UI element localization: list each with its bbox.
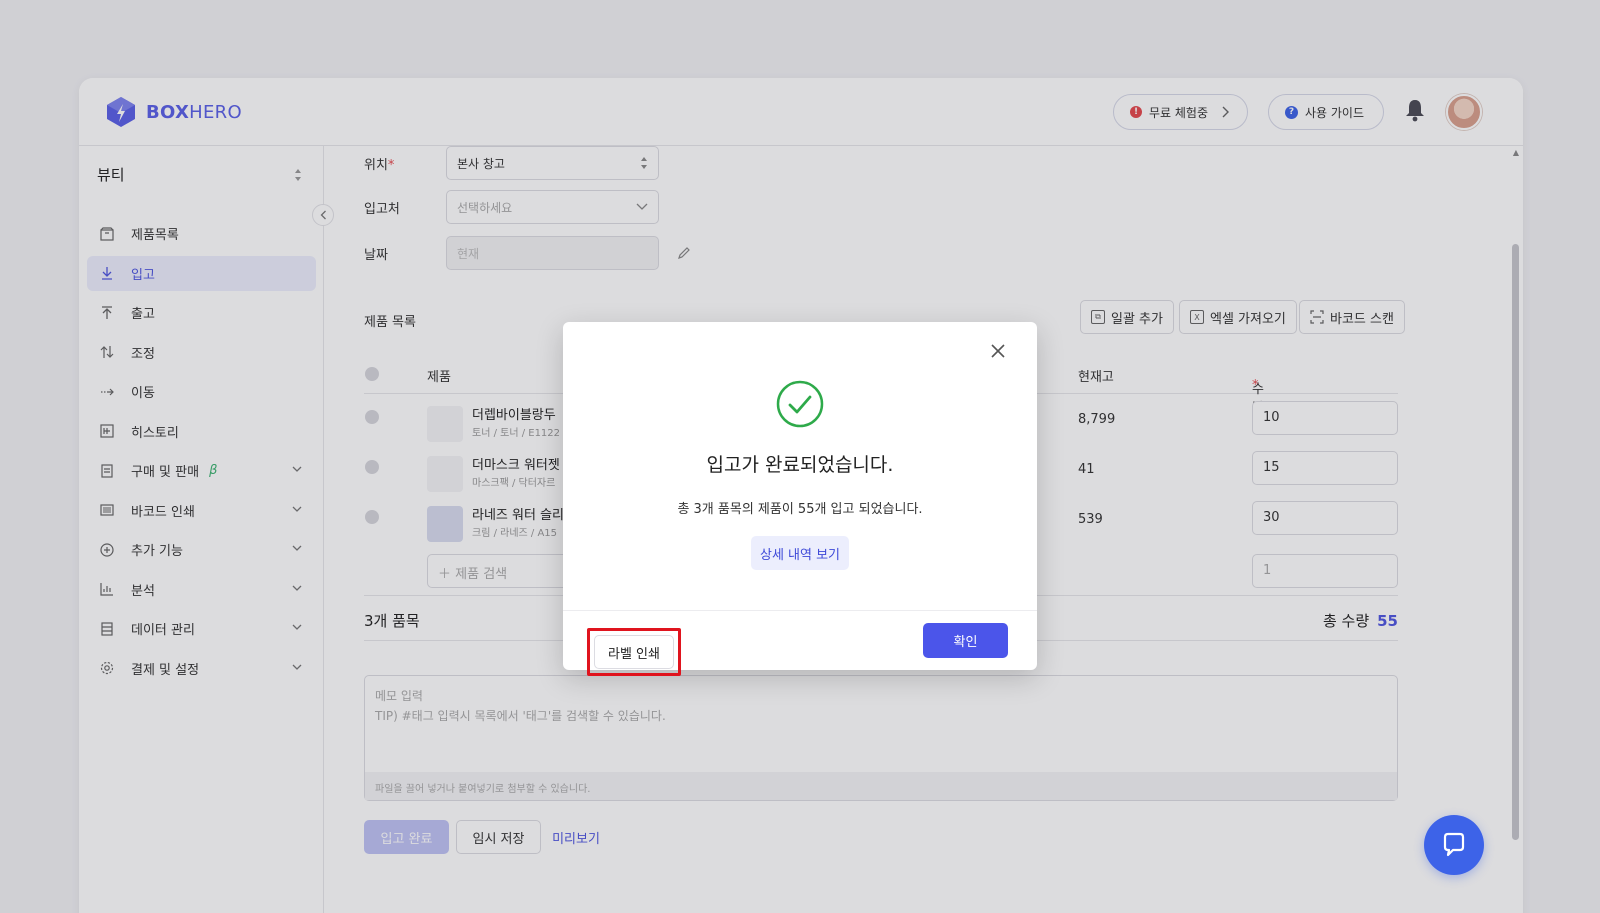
success-check-icon [776,380,824,428]
close-icon[interactable] [987,340,1009,362]
label-print-button[interactable]: 라벨 인쇄 [594,635,674,669]
stock-in-complete-modal: 입고가 완료되었습니다. 총 3개 품목의 제품이 55개 입고 되었습니다. … [563,322,1037,676]
modal-description: 총 3개 품목의 제품이 55개 입고 되었습니다. [677,502,923,517]
view-details-button[interactable]: 상세 내역 보기 [751,536,849,570]
chat-bubble-icon [1443,832,1465,857]
chat-support-button[interactable] [1424,815,1484,875]
modal-title: 입고가 완료되었습니다. [706,454,894,476]
confirm-button[interactable]: 확인 [923,623,1008,658]
label-print-highlight: 라벨 인쇄 [587,628,681,676]
